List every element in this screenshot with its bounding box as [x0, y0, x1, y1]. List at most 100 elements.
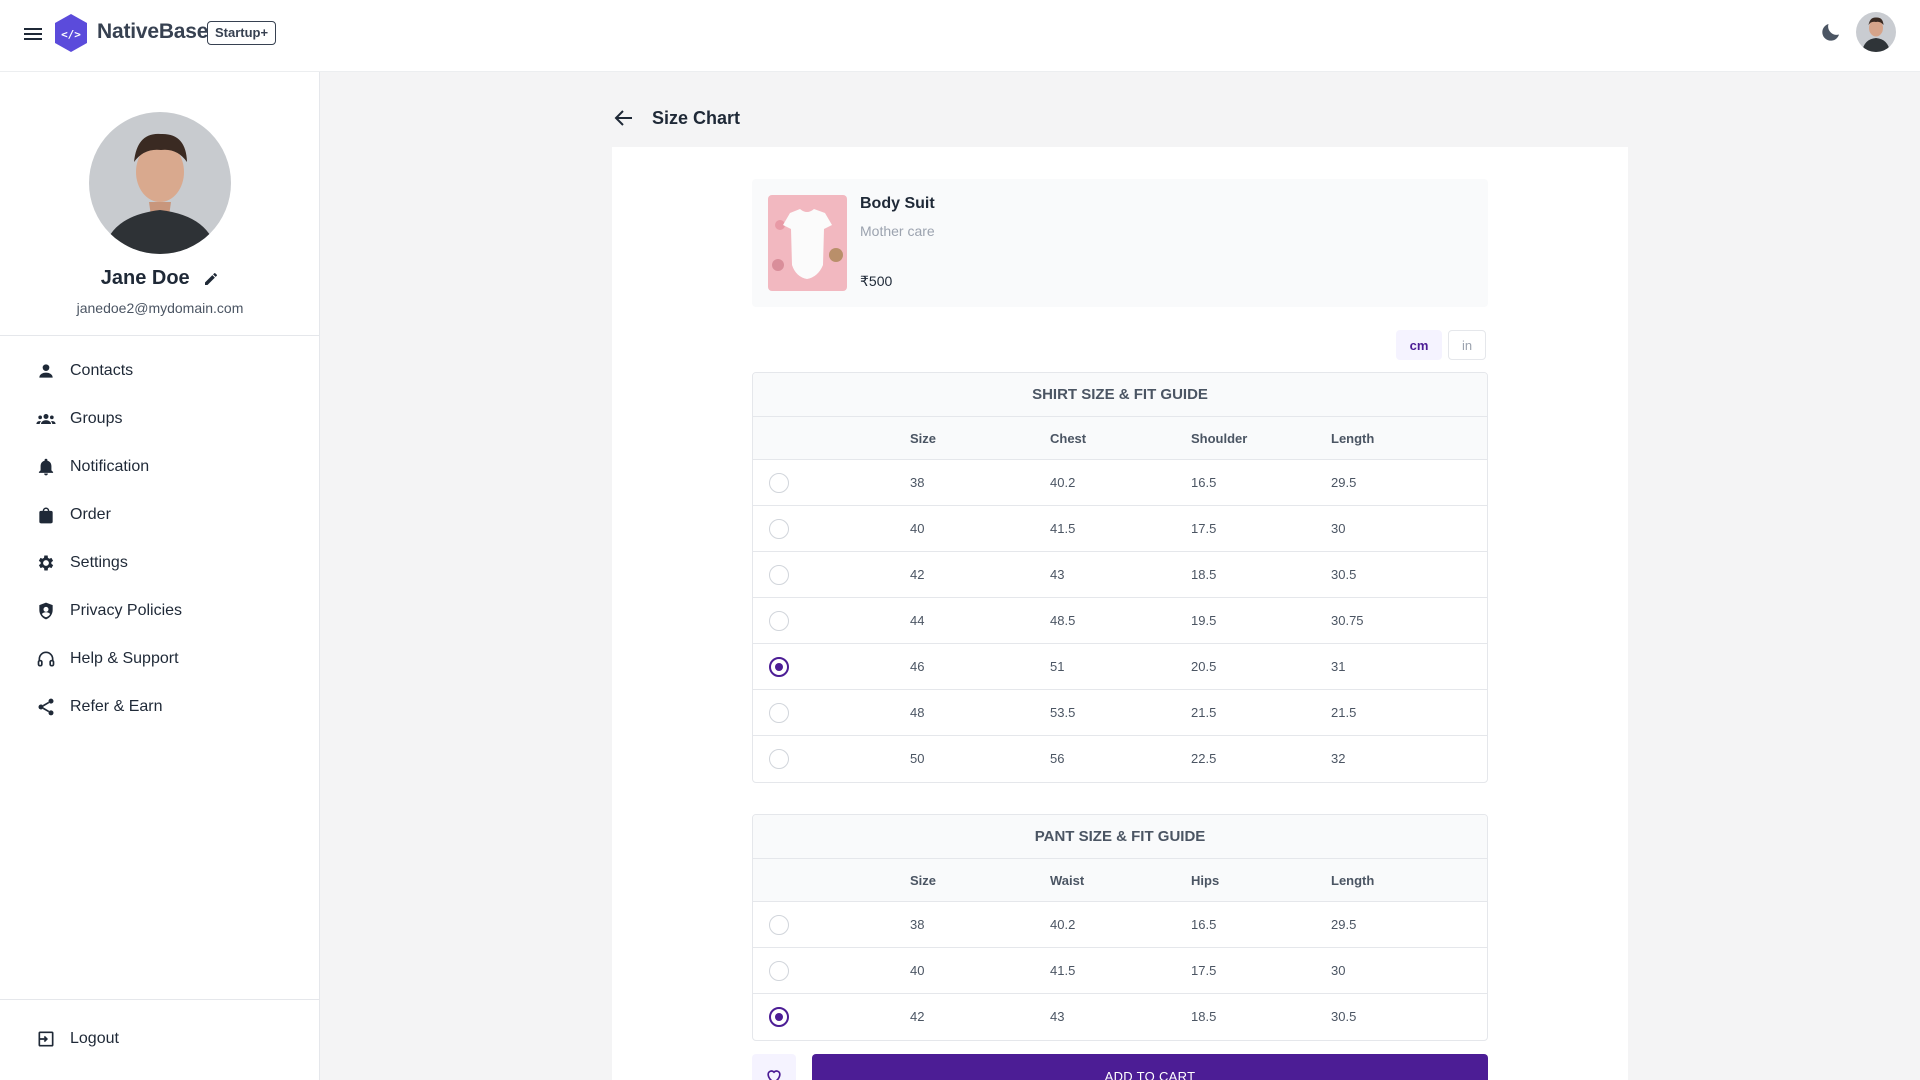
shirt-guide-rows: 38 40.2 16.5 29.5 40 41.5 17.5 30 42 43 18.5 30.5… — [753, 460, 1487, 782]
sidebar-item-help-support[interactable]: Help & Support — [0, 635, 320, 683]
sidebar-item-label: Groups — [70, 410, 123, 427]
wishlist-button[interactable] — [752, 1054, 796, 1080]
length-cell: 30.5 — [1331, 1009, 1357, 1024]
table-row[interactable]: 40 41.5 17.5 30 — [753, 506, 1487, 552]
sidebar-item-label: Contacts — [70, 362, 134, 379]
table-row[interactable]: 46 51 20.5 31 — [753, 644, 1487, 690]
size-cell: 48 — [910, 705, 925, 720]
size-radio[interactable] — [769, 473, 789, 493]
length-cell: 31 — [1331, 659, 1346, 674]
size-cell: 38 — [910, 475, 925, 490]
column-header: Shoulder — [1191, 431, 1248, 446]
size-radio[interactable] — [769, 915, 789, 935]
table-row[interactable]: 42 43 18.5 30.5 — [753, 994, 1487, 1040]
headset-icon — [37, 651, 55, 667]
brand-name: NativeBase — [97, 20, 209, 43]
chest-cell: 48.5 — [1050, 613, 1076, 628]
shoulder-cell: 22.5 — [1191, 751, 1217, 766]
sidebar-item-settings[interactable]: Settings — [0, 539, 320, 587]
length-cell: 29.5 — [1331, 917, 1357, 932]
length-cell: 30.5 — [1331, 567, 1357, 582]
table-row[interactable]: 50 56 22.5 32 — [753, 736, 1487, 782]
size-cell: 44 — [910, 613, 925, 628]
table-row[interactable]: 42 43 18.5 30.5 — [753, 552, 1487, 598]
hips-cell: 18.5 — [1191, 1009, 1217, 1024]
shoulder-cell: 16.5 — [1191, 475, 1217, 490]
size-chart-card: Body Suit Mother care ₹500 cm in SHIRT S… — [612, 147, 1628, 1080]
column-header: Length — [1331, 431, 1375, 446]
share-icon — [38, 698, 54, 716]
sidebar-divider — [0, 335, 320, 336]
person-icon — [39, 364, 53, 378]
size-radio[interactable] — [769, 961, 789, 981]
sidebar-item-label: Refer & Earn — [70, 698, 163, 715]
column-header: Chest — [1050, 431, 1087, 446]
logout-button[interactable]: Logout — [0, 1015, 320, 1063]
sidebar-item-notification[interactable]: Notification — [0, 443, 320, 491]
column-header: Size — [910, 873, 937, 888]
shirt-guide-title: SHIRT SIZE & FIT GUIDE — [753, 373, 1487, 417]
page-header: Size Chart — [612, 104, 740, 132]
table-row[interactable]: 38 40.2 16.5 29.5 — [753, 902, 1487, 948]
sidebar-item-groups[interactable]: Groups — [0, 395, 320, 443]
pant-guide-header: Size Waist Hips Length — [753, 859, 1487, 902]
shoulder-cell: 20.5 — [1191, 659, 1217, 674]
add-to-cart-button[interactable]: ADD TO CART — [812, 1054, 1488, 1080]
size-cell: 40 — [910, 521, 925, 536]
back-arrow-icon[interactable] — [612, 106, 636, 130]
shirt-size-guide: SHIRT SIZE & FIT GUIDE Size Chest Should… — [752, 372, 1488, 783]
column-header: Size — [910, 431, 937, 446]
length-cell: 29.5 — [1331, 475, 1357, 490]
hamburger-menu-icon[interactable] — [22, 23, 44, 45]
size-cell: 46 — [910, 659, 925, 674]
size-cell: 38 — [910, 917, 925, 932]
sidebar: Jane Doe janedoe2@mydomain.com Contacts … — [0, 72, 320, 1080]
table-row[interactable]: 44 48.5 19.5 30.75 — [753, 598, 1487, 644]
column-header: Length — [1331, 873, 1375, 888]
logout-label: Logout — [70, 1030, 119, 1047]
column-header: Hips — [1191, 873, 1220, 888]
size-radio[interactable] — [769, 703, 789, 723]
shoulder-cell: 19.5 — [1191, 613, 1217, 628]
unit-cm-button[interactable]: cm — [1396, 330, 1442, 360]
sidebar-item-label: Privacy Policies — [70, 602, 183, 619]
table-row[interactable]: 40 41.5 17.5 30 — [753, 948, 1487, 994]
profile-avatar — [89, 112, 231, 254]
gear-icon — [38, 555, 54, 571]
sidebar-item-contacts[interactable]: Contacts — [0, 347, 320, 395]
top-header: </> NativeBase Startup+ — [0, 0, 1920, 72]
product-name: Body Suit — [860, 195, 935, 212]
unit-in-button[interactable]: in — [1448, 330, 1486, 360]
waist-cell: 41.5 — [1050, 963, 1076, 978]
profile-name: Jane Doe — [0, 267, 320, 290]
product-price: ₹500 — [860, 273, 893, 289]
sidebar-item-privacy-policies[interactable]: Privacy Policies — [0, 587, 320, 635]
size-radio[interactable] — [769, 565, 789, 585]
sidebar-item-order[interactable]: Order — [0, 491, 320, 539]
pant-guide-rows: 38 40.2 16.5 29.5 40 41.5 17.5 30 42 43 18.5 30.5 — [753, 902, 1487, 1040]
size-radio[interactable] — [769, 611, 789, 631]
dark-mode-moon-icon[interactable] — [1819, 20, 1843, 44]
chest-cell: 40.2 — [1050, 475, 1076, 490]
sidebar-menu: Contacts Groups Notification Order Setti… — [0, 347, 320, 731]
header-avatar[interactable] — [1856, 12, 1896, 52]
shoulder-cell: 18.5 — [1191, 567, 1217, 582]
logout-icon — [38, 1031, 54, 1047]
table-row[interactable]: 38 40.2 16.5 29.5 — [753, 460, 1487, 506]
sidebar-item-refer-earn[interactable]: Refer & Earn — [0, 683, 320, 731]
size-radio-selected[interactable] — [769, 657, 789, 677]
size-radio[interactable] — [769, 519, 789, 539]
size-radio[interactable] — [769, 749, 789, 769]
sidebar-item-label: Notification — [70, 458, 150, 475]
plan-badge: Startup+ — [207, 21, 277, 45]
product-image — [768, 195, 847, 291]
edit-pencil-icon[interactable] — [203, 271, 219, 287]
hips-cell: 16.5 — [1191, 917, 1217, 932]
size-radio-selected[interactable] — [769, 1007, 789, 1027]
heart-icon — [767, 1070, 781, 1080]
nativebase-logo-icon: </> — [55, 14, 87, 52]
bag-icon — [39, 507, 53, 524]
column-header: Waist — [1050, 873, 1085, 888]
bell-icon — [38, 458, 54, 476]
table-row[interactable]: 48 53.5 21.5 21.5 — [753, 690, 1487, 736]
